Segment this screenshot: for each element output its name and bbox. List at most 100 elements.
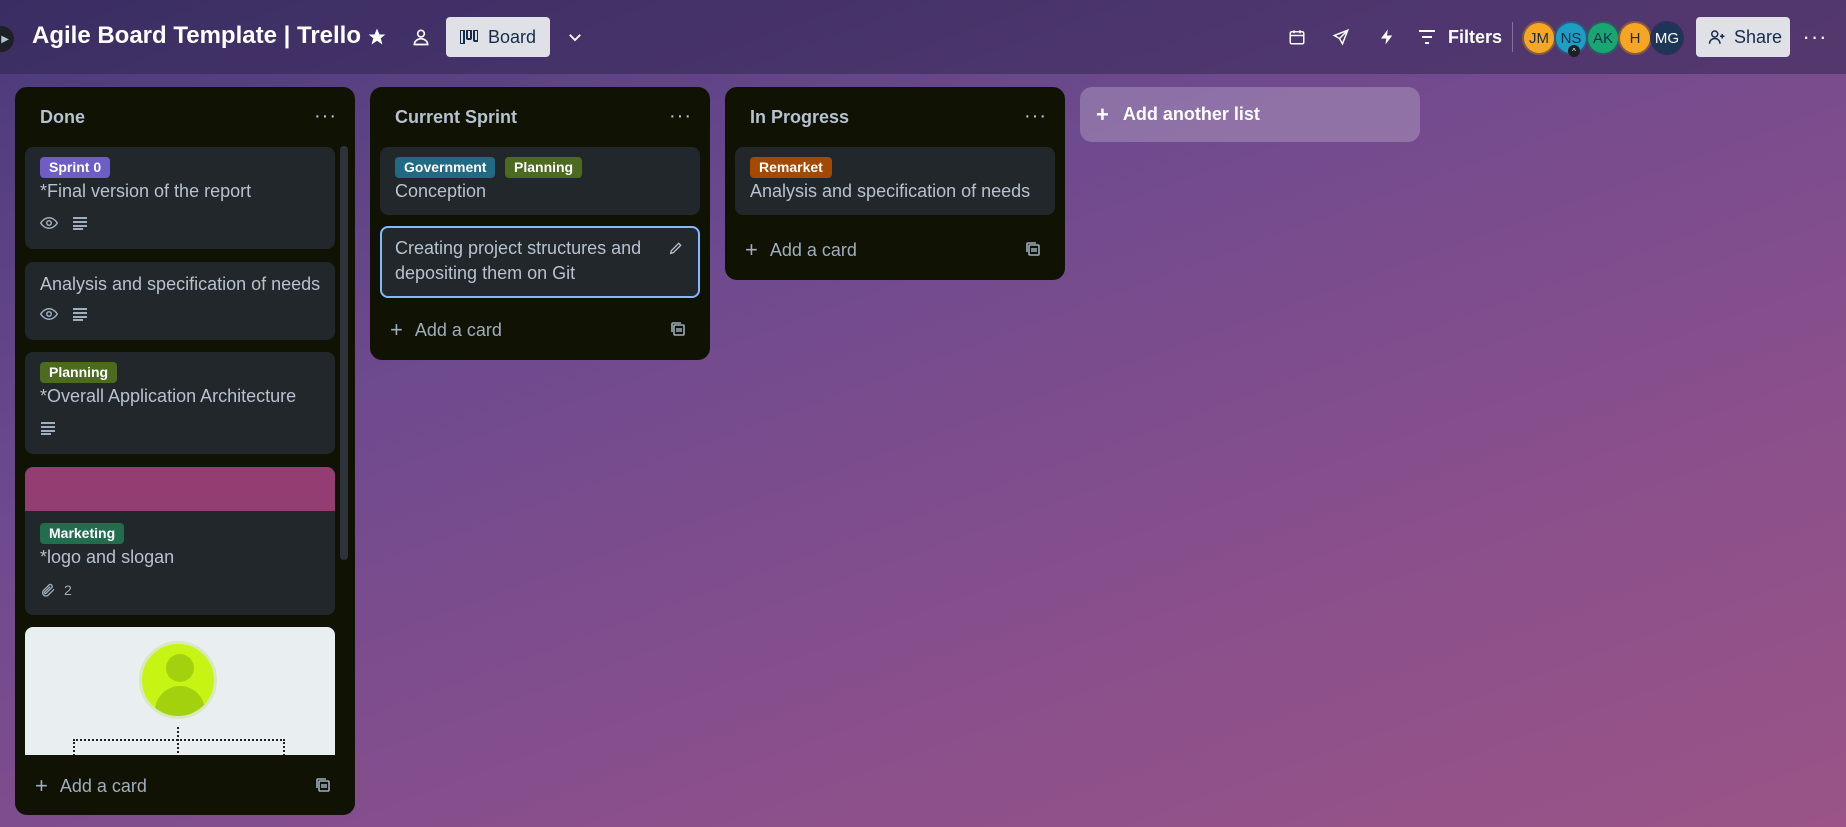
list-scrollbar[interactable] <box>340 146 348 560</box>
star-icon <box>368 28 386 45</box>
board-header: ▶ Agile Board Template | Trello Board Fi… <box>0 0 1846 74</box>
add-list-label: Add another list <box>1122 104 1260 124</box>
card-title: Conception <box>395 181 487 201</box>
list-menu-button[interactable]: ··· <box>669 105 692 128</box>
card-label[interactable]: Remarket <box>750 157 832 178</box>
add-card-button[interactable]: + Add a card <box>35 775 147 797</box>
view-switcher-button[interactable] <box>560 22 590 52</box>
more-icon: ··· <box>1024 105 1047 127</box>
board-view-label: Board <box>488 26 537 47</box>
filter-icon <box>1419 30 1435 44</box>
card-title: Analysis and specification of needs <box>750 181 1031 201</box>
template-icon <box>671 322 685 336</box>
attachment-count: 2 <box>64 582 72 598</box>
add-person-icon <box>1708 30 1725 44</box>
sidebar-expand-button[interactable]: ▶ <box>0 26 14 52</box>
star-button[interactable] <box>362 22 392 52</box>
share-label: Share <box>1734 26 1783 47</box>
board-title[interactable]: Agile Board Template | Trello <box>32 22 361 50</box>
board-menu-button[interactable]: ··· <box>1800 22 1830 52</box>
add-list-button[interactable]: + Add another list <box>1080 87 1420 142</box>
calendar-button[interactable] <box>1282 22 1312 52</box>
more-icon: ··· <box>1802 24 1828 49</box>
add-card-label: Add a card <box>769 239 857 260</box>
board-icon <box>460 30 478 44</box>
plus-icon: + <box>35 773 48 798</box>
card-title: Creating project structures and depositi… <box>395 238 642 283</box>
add-card-button[interactable]: + Add a card <box>745 239 857 261</box>
edit-card-button[interactable] <box>668 240 684 261</box>
board-view-button[interactable]: Board <box>446 17 550 57</box>
list-title[interactable]: Done <box>40 107 85 128</box>
card-title: Analysis and specification of needs <box>40 274 321 294</box>
card[interactable]: Sprint 0 *Final version of the report <box>25 147 335 249</box>
list-header[interactable]: Done ··· <box>15 87 355 143</box>
power-ups-button[interactable] <box>1326 22 1356 52</box>
plus-icon: + <box>390 317 403 342</box>
card[interactable]: Analysis and specification of needs <box>25 262 335 340</box>
list-header[interactable]: In Progress ··· <box>725 87 1065 143</box>
list-header[interactable]: Current Sprint ··· <box>370 87 710 143</box>
avatar[interactable]: MG <box>1650 21 1684 55</box>
card-label[interactable]: Government <box>395 157 496 178</box>
filters-label: Filters <box>1448 26 1503 47</box>
list-current-sprint: Current Sprint ··· Government Planning C… <box>370 87 710 360</box>
description-icon <box>73 217 87 230</box>
card-title: *Final version of the report <box>40 181 252 201</box>
share-button[interactable]: Share <box>1696 17 1790 57</box>
card-badges <box>40 216 88 230</box>
card-template-button[interactable] <box>670 321 686 342</box>
template-icon <box>316 778 330 792</box>
description-icon <box>73 308 87 321</box>
card[interactable]: Government Planning Conception <box>380 147 700 215</box>
add-card-label: Add a card <box>414 319 502 340</box>
list-title[interactable]: Current Sprint <box>395 107 517 128</box>
list-menu-button[interactable]: ··· <box>1024 105 1047 128</box>
avatar[interactable]: AK <box>1586 21 1620 55</box>
people-icon <box>413 29 429 46</box>
card-label[interactable]: Planning <box>505 157 583 178</box>
admin-badge-icon: ^ <box>1568 45 1580 57</box>
automation-button[interactable] <box>1372 22 1402 52</box>
card-title: *logo and slogan <box>40 547 175 567</box>
avatar[interactable]: H <box>1618 21 1652 55</box>
header-divider <box>1512 22 1513 52</box>
card-template-button[interactable] <box>315 777 331 798</box>
watch-icon <box>40 307 58 321</box>
avatar[interactable]: NS ^ <box>1554 21 1588 57</box>
org-chart-lines <box>73 739 285 755</box>
visibility-button[interactable] <box>406 22 436 52</box>
filters-button[interactable]: Filters <box>1418 22 1502 52</box>
plus-icon: + <box>1096 101 1109 127</box>
card-label[interactable]: Planning <box>40 362 118 383</box>
org-chart-connector <box>177 727 179 755</box>
more-icon: ··· <box>669 105 692 127</box>
card-badges <box>40 421 56 435</box>
more-icon: ··· <box>314 105 337 127</box>
card[interactable]: Creating project structures and depositi… <box>380 226 700 298</box>
card-label[interactable]: Sprint 0 <box>40 157 111 178</box>
member-avatars: JM NS ^ AK H MG <box>1522 21 1684 57</box>
card-template-button[interactable] <box>1025 241 1041 262</box>
card[interactable]: Marketing *logo and slogan 2 <box>25 467 335 615</box>
avatar-placeholder-image <box>139 641 217 719</box>
lightning-icon <box>1381 29 1393 45</box>
avatar[interactable]: JM <box>1522 21 1556 55</box>
add-card-button[interactable]: + Add a card <box>390 319 502 341</box>
watch-icon <box>40 216 58 230</box>
list-menu-button[interactable]: ··· <box>314 105 337 128</box>
attachment-icon <box>42 583 55 597</box>
list-title[interactable]: In Progress <box>750 107 849 128</box>
card-badges: 2 <box>40 582 72 598</box>
calendar-icon <box>1289 30 1305 45</box>
chevron-right-icon: ▶ <box>1 33 9 45</box>
card-cover <box>25 467 335 511</box>
card[interactable]: Remarket Analysis and specification of n… <box>735 147 1055 215</box>
list-done: Done ··· Sprint 0 *Final version of the … <box>15 87 355 815</box>
card[interactable] <box>25 627 335 755</box>
card-title: *Overall Application Architecture <box>40 386 297 406</box>
card-label[interactable]: Marketing <box>40 523 125 544</box>
plus-icon: + <box>745 237 758 262</box>
card[interactable]: Planning *Overall Application Architectu… <box>25 352 335 454</box>
avatar-initials: NS <box>1560 29 1582 47</box>
